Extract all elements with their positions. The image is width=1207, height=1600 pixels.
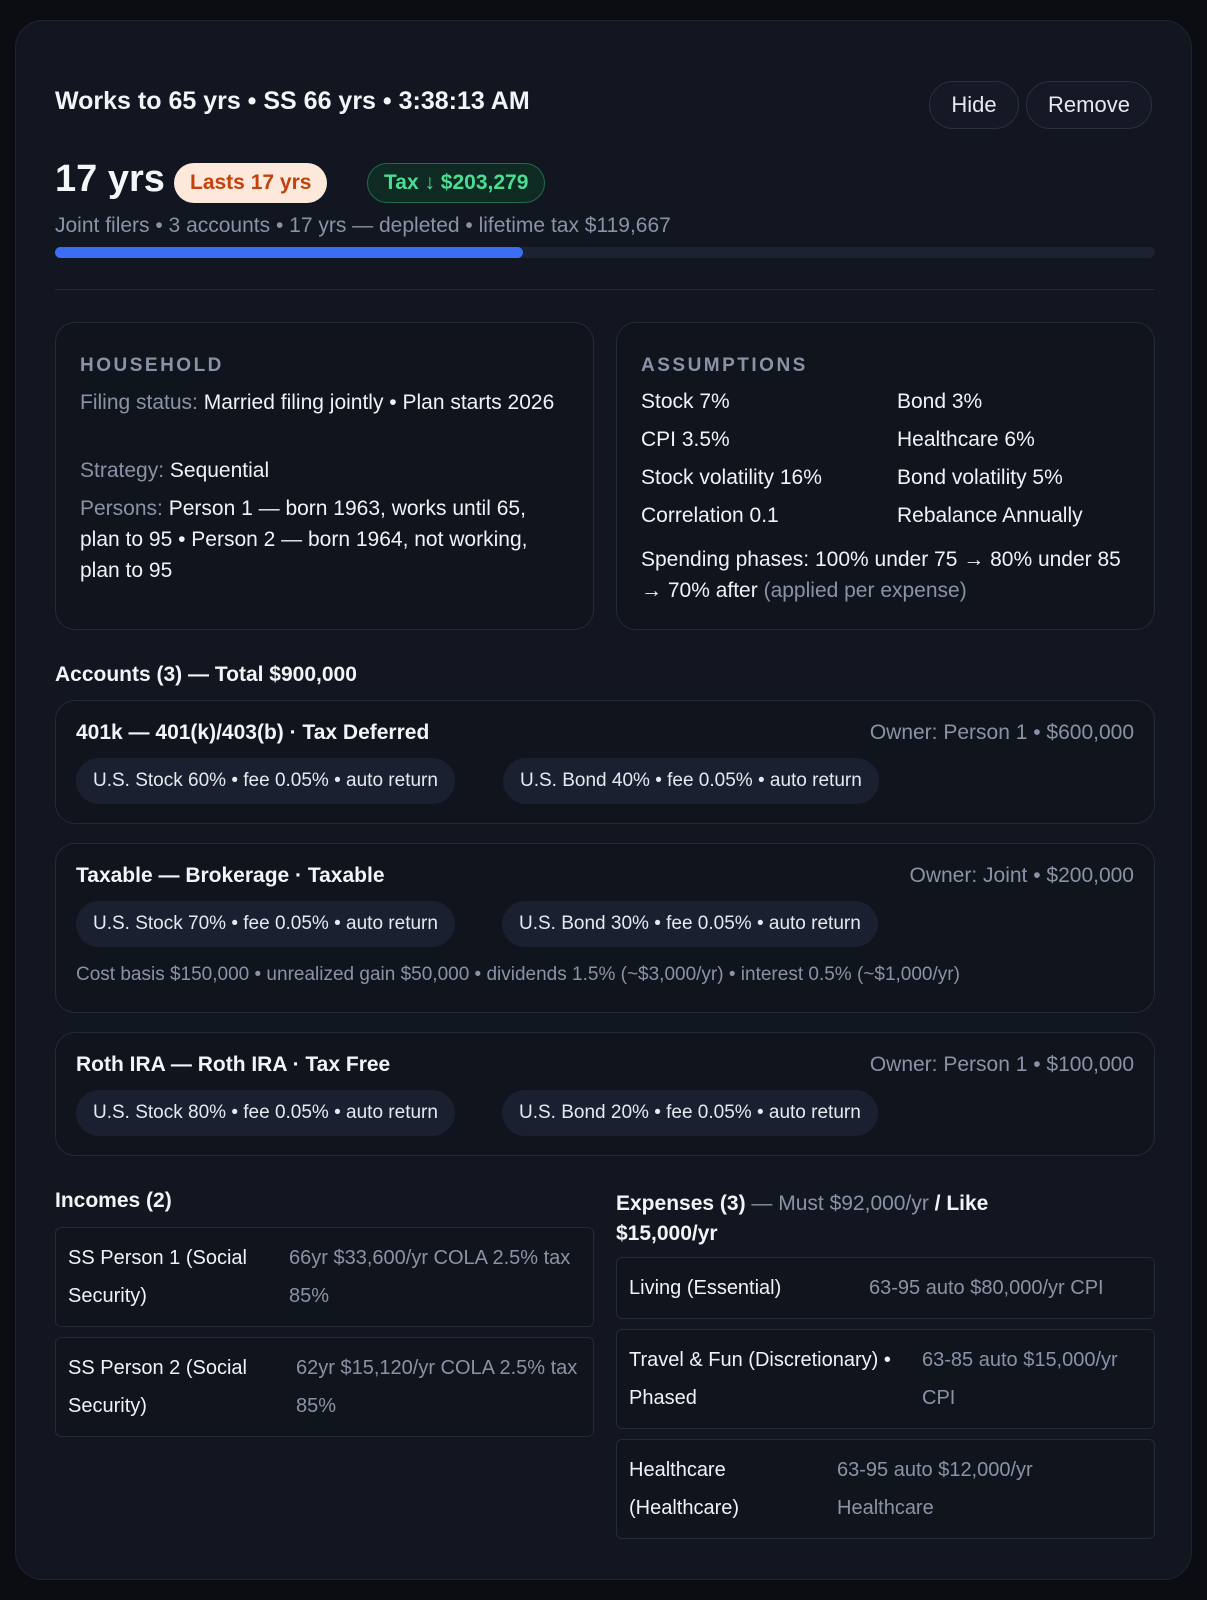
expenses-must: — Must $92,000/yr: [745, 1192, 935, 1215]
allocation-chip: U.S. Stock 60% • fee 0.05% • auto return: [76, 758, 455, 804]
income-value: 66yr $33,600/yr COLA 2.5% tax 85%: [289, 1247, 571, 1307]
income-item: SS Person 1 (Social Security) 66yr $33,6…: [55, 1227, 594, 1327]
spending-phases-note: (applied per expense): [763, 579, 967, 602]
account-card: Roth IRA — Roth IRA · Tax Free Owner: Pe…: [55, 1032, 1155, 1156]
income-label: SS Person 1 (Social Security): [68, 1247, 247, 1307]
account-owner: Owner: Person 1 • $600,000: [869, 721, 1134, 744]
lasts-badge: Lasts 17 yrs: [174, 163, 328, 203]
scenario-title: Works to 65 yrs • SS 66 yrs • 3:38:13 AM: [55, 87, 530, 115]
duration-value: 17 yrs: [55, 158, 165, 200]
divider: [55, 289, 1155, 290]
bond-return: Bond 3%: [897, 390, 983, 413]
cpi: CPI 3.5%: [641, 428, 730, 451]
summary-text: Joint filers • 3 accounts • 17 yrs — dep…: [55, 214, 671, 237]
remove-button[interactable]: Remove: [1026, 81, 1152, 129]
income-value: 62yr $15,120/yr COLA 2.5% tax 85%: [296, 1357, 578, 1417]
spending-phases: Spending phases: 100% under 75 → 80% und…: [641, 544, 1121, 606]
strategy: Strategy: Sequential: [80, 455, 560, 486]
strategy-value: Sequential: [169, 459, 270, 482]
filing-status-label: Filing status:: [80, 391, 198, 414]
persons: Persons: Person 1 — born 1963, works unt…: [80, 493, 560, 586]
header-row: Works to 65 yrs • SS 66 yrs • 3:38:13 AM…: [55, 81, 1152, 129]
expense-label: Travel & Fun (Discretionary) • Phased: [629, 1349, 891, 1409]
assumptions-title: ASSUMPTIONS: [641, 355, 808, 376]
filing-status: Filing status: Married filing jointly • …: [80, 387, 560, 418]
allocation-chip: U.S. Bond 40% • fee 0.05% • auto return: [503, 758, 879, 804]
healthcare-inflation: Healthcare 6%: [897, 428, 1035, 451]
account-owner: Owner: Person 1 • $100,000: [869, 1053, 1134, 1076]
progress-fill: [55, 247, 523, 258]
stock-return: Stock 7%: [641, 390, 730, 413]
accounts-title: Accounts (3) — Total $900,000: [55, 663, 357, 686]
account-note: Cost basis $150,000 • unrealized gain $5…: [76, 964, 960, 985]
persons-label: Persons:: [80, 497, 163, 520]
expense-item: Travel & Fun (Discretionary) • Phased 63…: [616, 1329, 1155, 1429]
expense-value: 63-85 auto $15,000/yr CPI: [922, 1349, 1118, 1409]
expense-item: Healthcare (Healthcare) 63-95 auto $12,0…: [616, 1439, 1155, 1539]
expense-item: Living (Essential) 63-95 auto $80,000/yr…: [616, 1257, 1155, 1319]
correlation: Correlation 0.1: [641, 504, 779, 527]
household-title: HOUSEHOLD: [80, 355, 224, 376]
allocation-chip: U.S. Bond 20% • fee 0.05% • auto return: [502, 1090, 878, 1136]
hide-button[interactable]: Hide: [929, 81, 1019, 129]
account-name: Roth IRA — Roth IRA · Tax Free: [76, 1053, 391, 1076]
rebalance: Rebalance Annually: [897, 504, 1083, 527]
expenses-title: Expenses (3) — Must $92,000/yr / Like $1…: [616, 1189, 1076, 1249]
household-panel: HOUSEHOLD Filing status: Married filing …: [55, 322, 594, 630]
income-label: SS Person 2 (Social Security): [68, 1357, 247, 1417]
allocation-chip: U.S. Bond 30% • fee 0.05% • auto return: [502, 901, 878, 947]
incomes-title: Incomes (2): [55, 1189, 172, 1212]
allocation-chip: U.S. Stock 80% • fee 0.05% • auto return: [76, 1090, 455, 1136]
depletion-progress-bar: [55, 247, 1155, 258]
tax-badge: Tax ↓ $203,279: [367, 163, 546, 203]
account-owner: Owner: Joint • $200,000: [909, 864, 1135, 887]
account-card: 401k — 401(k)/403(b) · Tax Deferred Owne…: [55, 700, 1155, 824]
expense-label: Living (Essential): [629, 1277, 782, 1299]
expense-label: Healthcare (Healthcare): [629, 1459, 740, 1519]
filing-status-value: Married filing jointly • Plan starts 202…: [203, 391, 555, 414]
assumptions-panel: ASSUMPTIONS Stock 7% Bond 3% CPI 3.5% He…: [616, 322, 1155, 630]
stock-volatility: Stock volatility 16%: [641, 466, 822, 489]
account-name: Taxable — Brokerage · Taxable: [76, 864, 385, 887]
expense-value: 63-95 auto $12,000/yr Healthcare: [837, 1459, 1033, 1519]
expenses-count: Expenses (3): [616, 1192, 746, 1215]
account-card: Taxable — Brokerage · Taxable Owner: Joi…: [55, 843, 1155, 1013]
expense-value: 63-95 auto $80,000/yr CPI: [869, 1277, 1104, 1299]
bond-volatility: Bond volatility 5%: [897, 466, 1063, 489]
account-name: 401k — 401(k)/403(b) · Tax Deferred: [76, 721, 430, 744]
allocation-chip: U.S. Stock 70% • fee 0.05% • auto return: [76, 901, 455, 947]
income-item: SS Person 2 (Social Security) 62yr $15,1…: [55, 1337, 594, 1437]
scenario-card: Works to 65 yrs • SS 66 yrs • 3:38:13 AM…: [15, 20, 1192, 1580]
strategy-label: Strategy:: [80, 459, 165, 482]
